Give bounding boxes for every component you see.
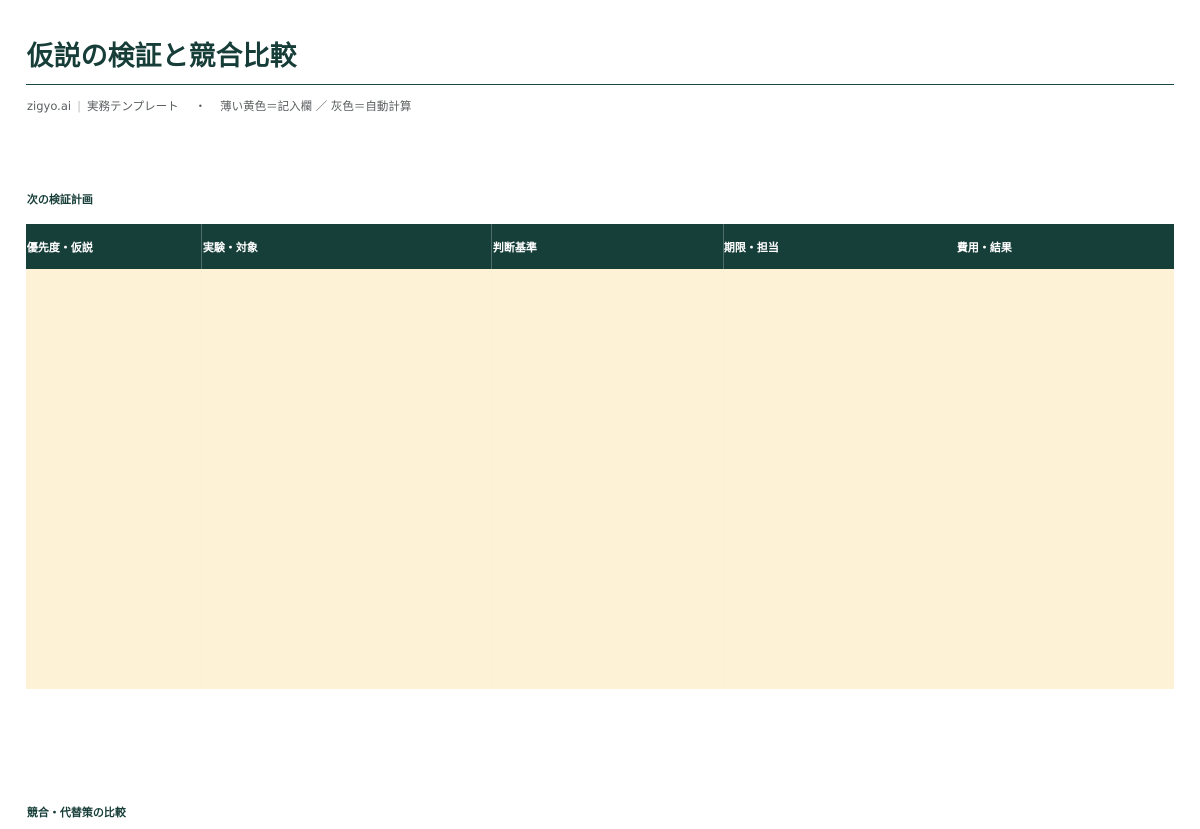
column-divider: [723, 269, 724, 689]
column-header-deadline-owner: 期限・担当: [724, 241, 779, 254]
subtitle: zigyo.ai | 実務テンプレート ・薄い黄色＝記入欄 ／ 灰色＝自動計算: [27, 97, 411, 115]
column-header-priority-hypothesis: 優先度・仮説: [27, 241, 93, 254]
color-legend: 薄い黄色＝記入欄 ／ 灰色＝自動計算: [220, 99, 412, 113]
plan-table-input-area[interactable]: [26, 269, 1174, 689]
subtitle-dot: ・: [194, 99, 207, 113]
page-title: 仮説の検証と競合比較: [27, 41, 297, 72]
template-label: 実務テンプレート: [86, 99, 179, 113]
column-header-criteria: 判断基準: [493, 241, 537, 254]
plan-table: 優先度・仮説 実験・対象 判断基準 期限・担当 費用・結果: [26, 224, 1174, 689]
brand-name: zigyo.ai: [27, 99, 72, 113]
column-divider: [201, 269, 202, 689]
plan-table-header: 優先度・仮説 実験・対象 判断基準 期限・担当 費用・結果: [26, 224, 1174, 269]
column-header-cost-result: 費用・結果: [957, 241, 1012, 254]
column-header-experiment-target: 実験・対象: [203, 241, 258, 254]
title-divider: [26, 84, 1174, 85]
plan-section-heading: 次の検証計画: [27, 193, 93, 206]
column-divider: [491, 269, 492, 689]
subtitle-separator: |: [77, 99, 81, 113]
comparison-section-heading: 競合・代替策の比較: [27, 806, 126, 819]
